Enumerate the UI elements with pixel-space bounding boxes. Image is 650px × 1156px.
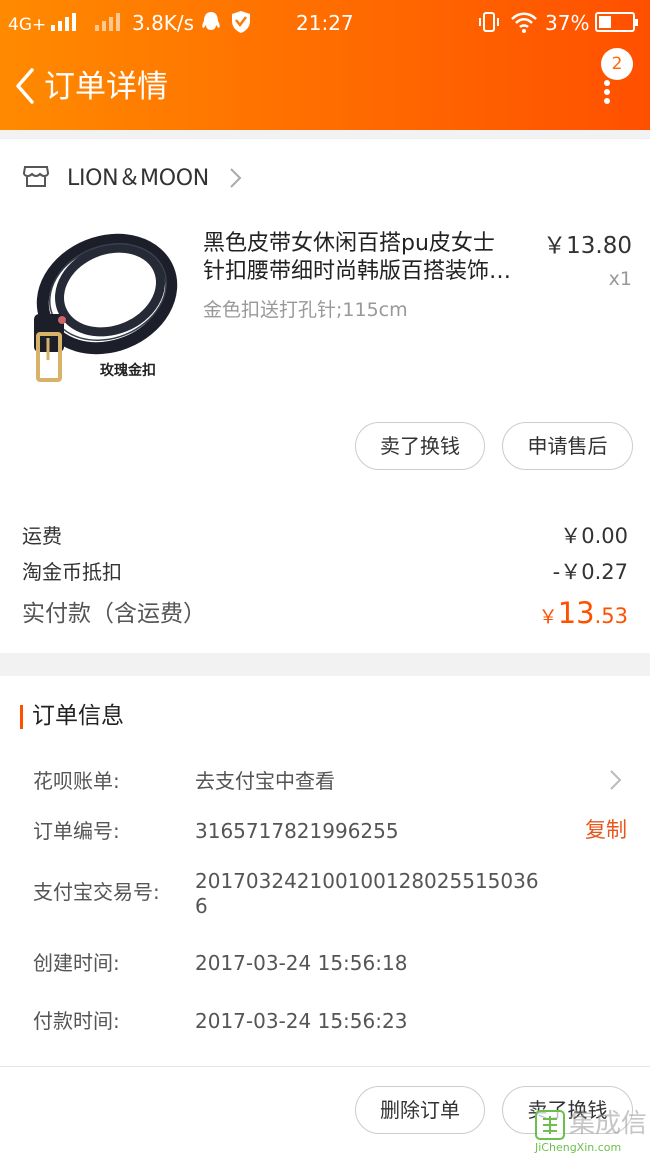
store-icon <box>22 166 50 187</box>
alipay-trade-value-line1: 201703242100100128025515036 <box>195 869 539 893</box>
product-title-line1: 黑色皮带女休闲百搭pu皮女士 <box>203 231 495 256</box>
created-time-value: 2017-03-24 15:56:18 <box>195 951 408 975</box>
wifi-icon <box>511 12 537 33</box>
order-number-label: 订单编号: <box>33 819 120 843</box>
store-name[interactable]: LION＆MOON <box>67 165 209 193</box>
total-decimal: .53 <box>594 604 628 628</box>
more-vertical-icon[interactable] <box>592 80 622 106</box>
watermark-text: 集成信 <box>569 1109 648 1139</box>
signal-2-icon <box>95 13 120 31</box>
product-spec: 金色扣送打孔针;115cm <box>203 299 408 321</box>
watermark-logo-icon <box>535 1110 565 1140</box>
product-price: ￥13.80 <box>543 233 632 259</box>
total-currency: ￥ <box>538 606 558 628</box>
network-type: 4G+ <box>8 15 47 35</box>
huabei-chevron-icon[interactable] <box>608 768 624 792</box>
alipay-trade-value-line2: 6 <box>195 894 208 918</box>
coin-deduct-label: 淘金币抵扣 <box>22 560 122 584</box>
huabei-value[interactable]: 去支付宝中查看 <box>195 768 335 794</box>
copy-button[interactable]: 复制 <box>585 816 627 844</box>
total-label: 实付款（含运费） <box>22 601 206 627</box>
site-watermark: 集成信 JiChengXin.com <box>533 1108 650 1155</box>
watermark-url: JiChengXin.com <box>535 1141 622 1154</box>
clock: 21:27 <box>296 11 354 35</box>
network-speed: 3.8K/s <box>132 11 195 35</box>
alipay-trade-label: 支付宝交易号: <box>33 880 160 904</box>
battery-text: 37% <box>545 11 590 35</box>
shipping-label: 运费 <box>22 524 62 548</box>
created-time-label: 创建时间: <box>33 951 120 975</box>
section-accent-bar <box>20 705 23 729</box>
product-title-line2: 针扣腰带细时尚韩版百搭装饰… <box>203 259 512 284</box>
chevron-right-icon <box>230 168 242 188</box>
order-number-value: 3165717821996255 <box>195 819 399 843</box>
divider <box>0 138 650 139</box>
paid-time-label: 付款时间: <box>33 1009 120 1033</box>
coin-deduct-value: -￥0.27 <box>552 560 628 584</box>
paid-time-value: 2017-03-24 15:56:23 <box>195 1009 408 1033</box>
sell-button[interactable]: 卖了换钱 <box>355 422 485 470</box>
after-sale-button[interactable]: 申请售后 <box>502 422 633 470</box>
product-image[interactable]: 玫瑰金扣 <box>22 222 182 388</box>
page-title: 订单详情 <box>44 69 168 105</box>
huabei-label: 花呗账单: <box>33 769 120 793</box>
battery-fill <box>599 16 611 28</box>
product-title[interactable]: 黑色皮带女休闲百搭pu皮女士 针扣腰带细时尚韩版百搭装饰… <box>203 230 543 286</box>
app-header: 4G+ 3.8K/s 21:27 37% 订单详情 2 <box>0 0 650 130</box>
vibrate-icon <box>479 12 499 32</box>
message-badge[interactable]: 2 <box>601 48 633 80</box>
battery-icon <box>595 12 638 32</box>
qq-icon <box>202 12 220 30</box>
signal-icon <box>51 13 76 31</box>
total-amount: ￥13.53 <box>539 594 628 632</box>
shield-icon <box>232 11 250 33</box>
delete-order-button[interactable]: 删除订单 <box>355 1086 485 1134</box>
back-arrow-icon[interactable] <box>12 66 40 106</box>
image-caption: 玫瑰金扣 <box>100 363 156 379</box>
order-info-title: 订单信息 <box>32 703 124 729</box>
product-quantity: x1 <box>608 268 632 290</box>
shipping-value: ￥0.00 <box>560 524 628 548</box>
total-integer: 13 <box>557 596 595 630</box>
